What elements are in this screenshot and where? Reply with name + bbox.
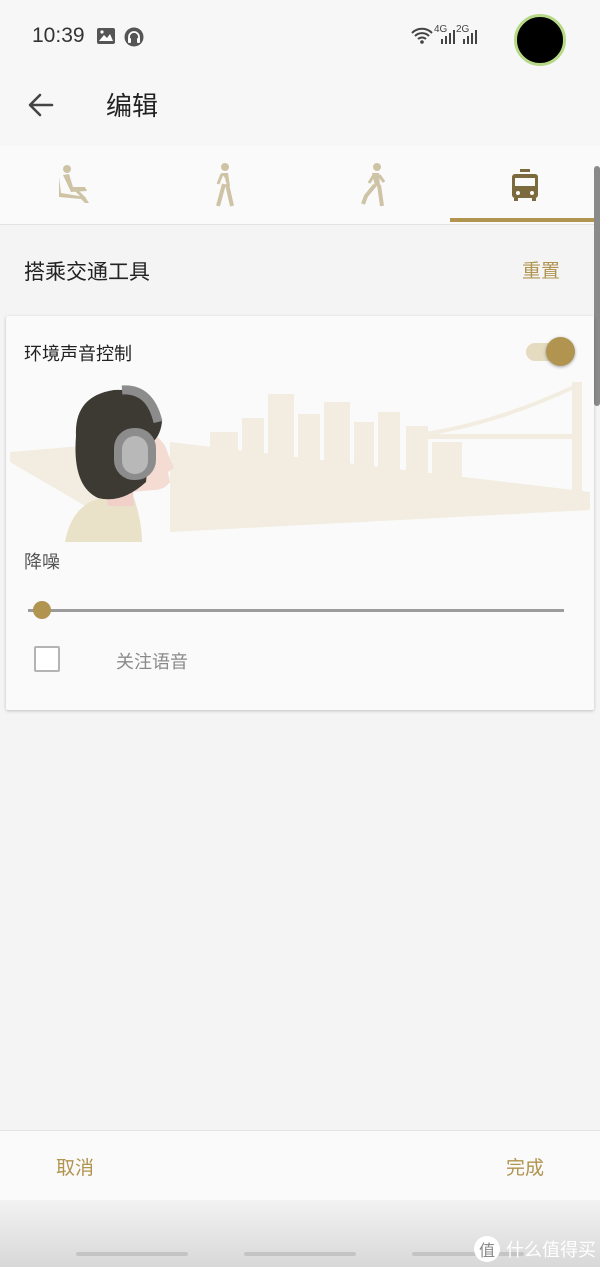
signal-1-icon — [441, 30, 455, 44]
gallery-notification-icon — [97, 28, 115, 44]
noise-cancelling-slider[interactable] — [28, 598, 566, 622]
status-time: 10:39 — [32, 24, 85, 47]
section-title: 搭乘交通工具 — [24, 260, 150, 284]
watermark-text: 什么值得买 — [506, 1240, 596, 1261]
toggle-thumb — [546, 337, 575, 366]
voice-focus-checkbox[interactable] — [34, 646, 60, 672]
tab-sitting[interactable] — [0, 146, 150, 224]
tab-walking[interactable] — [150, 146, 300, 224]
selected-tab-indicator — [450, 218, 600, 222]
slider-label: 降噪 — [24, 552, 60, 573]
tab-running[interactable] — [300, 146, 450, 224]
wifi-icon — [411, 27, 433, 44]
back-arrow-icon[interactable] — [26, 90, 56, 120]
page-title: 编辑 — [106, 92, 159, 122]
slider-thumb[interactable] — [33, 601, 51, 619]
camera-cutout — [514, 14, 566, 66]
reset-button[interactable]: 重置 — [522, 256, 560, 283]
status-bar: 10:39 4G 2G — [0, 0, 600, 76]
signal-2-icon — [463, 30, 477, 44]
activity-tabs — [0, 146, 600, 225]
tab-transport[interactable] — [450, 146, 600, 224]
ambient-sound-card: 环境声音控制 降噪 关注语音 — [6, 316, 594, 710]
bottom-action-bar: 取消 完成 — [0, 1130, 600, 1201]
headphones-illustration — [10, 382, 590, 542]
train-icon — [512, 169, 538, 201]
watermark: 值 什么值得买 — [474, 1234, 596, 1264]
headphones-notification-icon — [124, 27, 144, 47]
app-bar: 编辑 — [0, 76, 600, 146]
ambient-sound-title: 环境声音控制 — [24, 344, 132, 365]
cancel-button[interactable]: 取消 — [56, 1153, 94, 1180]
walking-person-icon — [216, 163, 234, 207]
nav-pill-left — [76, 1252, 188, 1256]
done-button[interactable]: 完成 — [506, 1153, 544, 1180]
section-header: 搭乘交通工具 重置 — [0, 224, 600, 314]
voice-focus-label[interactable]: 关注语音 — [116, 648, 188, 674]
running-person-icon — [361, 163, 386, 207]
sitting-person-icon — [59, 165, 89, 203]
watermark-logo-icon: 值 — [474, 1236, 500, 1262]
nav-pill-center — [244, 1252, 356, 1256]
ambient-sound-toggle[interactable] — [526, 336, 576, 366]
slider-track — [28, 609, 564, 612]
